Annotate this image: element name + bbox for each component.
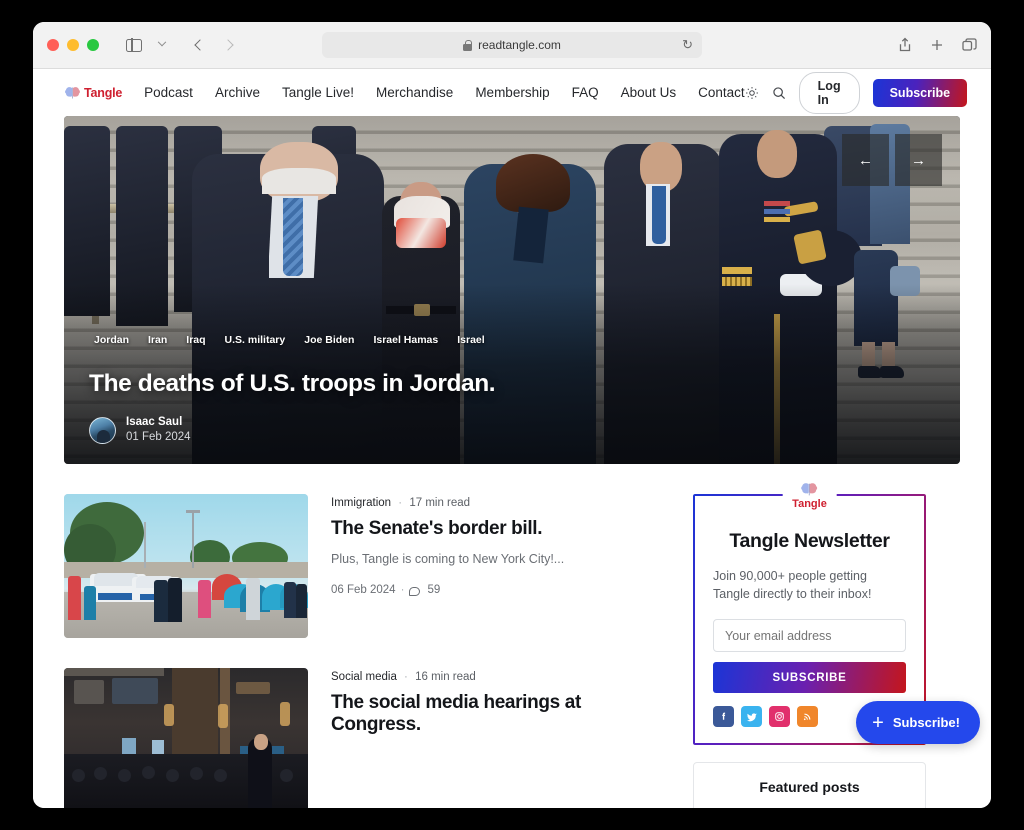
forward-arrow-icon[interactable] — [215, 33, 241, 57]
brain-logo-icon — [801, 483, 818, 496]
newsletter-subscribe-button[interactable]: SUBSCRIBE — [713, 662, 906, 694]
nav-item-archive[interactable]: Archive — [215, 85, 260, 100]
article-thumbnail[interactable] — [64, 668, 308, 808]
newsletter-logo-text: Tangle — [792, 498, 827, 510]
lock-icon — [463, 39, 473, 51]
article-meta: Social media · 16 min read — [331, 671, 476, 683]
hero-author-name[interactable]: Isaac Saul — [126, 415, 191, 431]
hero-title[interactable]: The deaths of U.S. troops in Jordan. — [89, 370, 496, 398]
article-body: Social media · 16 min read The social me… — [331, 668, 664, 808]
hero-tag-us-military[interactable]: U.S. military — [220, 332, 291, 348]
page-content: ← → Jordan Iran Iraq U.S. military Joe B… — [33, 116, 991, 808]
brain-logo-icon — [65, 86, 80, 98]
hero-tag-joe-biden[interactable]: Joe Biden — [299, 332, 359, 348]
hero-tag-iraq[interactable]: Iraq — [181, 332, 210, 348]
main-content: Immigration · 17 min read The Senate's b… — [33, 464, 991, 808]
article-comment-count: 59 — [427, 584, 441, 596]
nav-item-about-us[interactable]: About Us — [621, 85, 677, 100]
article-card[interactable]: Immigration · 17 min read The Senate's b… — [64, 494, 664, 638]
comment-bubble-icon — [409, 586, 421, 596]
window-controls — [47, 39, 99, 51]
article-excerpt: Plus, Tangle is coming to New York City!… — [331, 552, 565, 566]
newsletter-logo: Tangle — [782, 482, 837, 510]
hero-tag-iran[interactable]: Iran — [143, 332, 172, 348]
article-title[interactable]: The Senate's border bill. — [331, 518, 564, 540]
site-navigation: Tangle Podcast Archive Tangle Live! Merc… — [33, 69, 991, 116]
chevron-down-icon[interactable] — [149, 33, 175, 57]
maximize-window-button[interactable] — [87, 39, 99, 51]
browser-toolbar: readtangle.com ↻ — [33, 22, 991, 69]
featured-posts-title: Featured posts — [759, 779, 860, 796]
arrow-left-icon[interactable]: ← — [842, 134, 889, 186]
hero-tag-israel-hamas[interactable]: Israel Hamas — [368, 332, 443, 348]
instagram-icon[interactable] — [769, 706, 790, 728]
facebook-icon[interactable] — [713, 706, 734, 728]
nav-actions: Log In Subscribe — [745, 71, 968, 114]
twitter-icon[interactable] — [741, 706, 762, 728]
hero-tag-list: Jordan Iran Iraq U.S. military Joe Biden… — [89, 332, 490, 348]
arrow-right-icon[interactable]: → — [895, 134, 942, 186]
article-footer: 06 Feb 2024 · 59 — [331, 584, 441, 596]
back-arrow-icon[interactable] — [187, 33, 213, 57]
plus-icon: + — [872, 711, 884, 734]
reload-icon[interactable]: ↻ — [682, 37, 693, 53]
rss-icon[interactable] — [797, 706, 818, 728]
article-category[interactable]: Social media — [331, 671, 397, 683]
article-read-time: 17 min read — [409, 497, 471, 509]
subscribe-button[interactable]: Subscribe — [872, 78, 968, 107]
nav-item-podcast[interactable]: Podcast — [144, 85, 193, 100]
floating-subscribe-button[interactable]: + Subscribe! — [856, 701, 980, 744]
article-date: 06 Feb 2024 — [331, 584, 396, 596]
hero-tag-jordan[interactable]: Jordan — [89, 332, 134, 348]
plus-icon[interactable] — [929, 37, 945, 53]
address-bar[interactable]: readtangle.com ↻ — [322, 32, 702, 58]
article-meta: Immigration · 17 min read — [331, 497, 471, 509]
nav-item-faq[interactable]: FAQ — [572, 85, 599, 100]
brightness-toggle-icon[interactable] — [745, 86, 759, 100]
nav-links: Podcast Archive Tangle Live! Merchandise… — [144, 85, 745, 100]
close-window-button[interactable] — [47, 39, 59, 51]
newsletter-subtitle: Join 90,000+ people getting Tangle direc… — [713, 569, 872, 602]
navigation-controls — [121, 33, 241, 57]
newsletter-email-input[interactable] — [713, 619, 906, 653]
nav-item-tangle-live[interactable]: Tangle Live! — [282, 85, 354, 100]
url-text: readtangle.com — [478, 38, 561, 52]
article-thumbnail[interactable] — [64, 494, 308, 638]
site-logo[interactable]: Tangle — [64, 86, 122, 100]
nav-item-membership[interactable]: Membership — [475, 85, 549, 100]
sidebar-rail: Tangle Tangle Newsletter Join 90,000+ pe… — [693, 482, 926, 808]
nav-item-merchandise[interactable]: Merchandise — [376, 85, 453, 100]
hero-byline: Isaac Saul 01 Feb 2024 — [89, 415, 191, 446]
newsletter-title: Tangle Newsletter — [729, 530, 890, 552]
floating-subscribe-label: Subscribe! — [892, 715, 960, 730]
site-logo-text: Tangle — [84, 85, 123, 100]
hero-tag-israel[interactable]: Israel — [452, 332, 489, 348]
login-button[interactable]: Log In — [798, 71, 860, 114]
hero-date: 01 Feb 2024 — [126, 431, 191, 444]
article-body: Immigration · 17 min read The Senate's b… — [331, 494, 564, 638]
article-card[interactable]: Social media · 16 min read The social me… — [64, 668, 664, 808]
toolbar-actions — [897, 37, 977, 53]
author-avatar[interactable] — [89, 416, 116, 444]
article-read-time: 16 min read — [415, 671, 476, 683]
article-category[interactable]: Immigration — [331, 497, 391, 509]
sidebar-toggle-icon[interactable] — [121, 33, 147, 57]
minimize-window-button[interactable] — [67, 39, 79, 51]
hero-featured-post[interactable]: ← → Jordan Iran Iraq U.S. military Joe B… — [64, 116, 960, 464]
featured-posts-widget: Featured posts — [693, 762, 926, 808]
article-title[interactable]: The social media hearings at Congress. — [331, 692, 664, 736]
share-icon[interactable] — [897, 37, 913, 53]
browser-window: readtangle.com ↻ Tangle Podcast Archive … — [33, 22, 991, 808]
hero-carousel-controls: ← → — [842, 134, 942, 186]
nav-item-contact[interactable]: Contact — [698, 85, 745, 100]
article-list: Immigration · 17 min read The Senate's b… — [64, 494, 664, 808]
search-icon[interactable] — [772, 86, 786, 100]
tabs-overview-icon[interactable] — [961, 37, 977, 53]
